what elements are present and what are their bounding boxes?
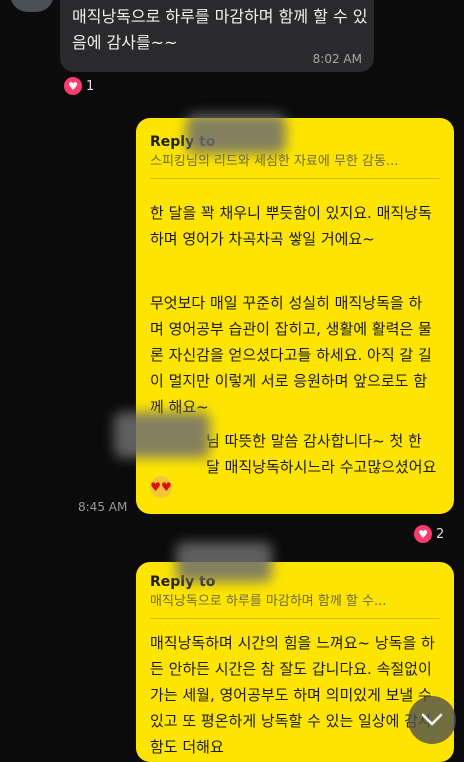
- incoming-message-text: 매직낭독으로 하루를 마감하며 함께 할 수 있음에 감사를~~: [72, 7, 368, 52]
- incoming-message-time: 8:02 AM: [312, 52, 362, 66]
- heart-eyes-emoji-icon: ♥♥: [150, 476, 172, 498]
- message-paragraph: 님 따뜻한 말씀 감사합니다~ 첫 한 달 매직낭독하시느라 수고많으셨어요: [206, 432, 437, 476]
- redaction-blur: [114, 412, 210, 458]
- outgoing-reaction[interactable]: ♥ 2: [414, 525, 444, 543]
- chevron-down-icon: [421, 713, 443, 726]
- reply-quote: 매직낭독으로 하루를 마감하며 함께 할 수...: [150, 594, 387, 609]
- outgoing-message-time: 8:45 AM: [78, 500, 128, 514]
- redaction-blur: [176, 542, 272, 582]
- reaction-count: 2: [436, 526, 445, 542]
- message-paragraph: 한 달을 꽉 채우니 뿌듯함이 있지요. 매직낭독하며 영어가 차곡차곡 쌓일 …: [150, 204, 432, 248]
- incoming-message-bubble[interactable]: 매직낭독으로 하루를 마감하며 함께 할 수 있음에 감사를~~ 8:02 AM: [60, 0, 374, 72]
- scroll-to-bottom-button[interactable]: [408, 696, 456, 744]
- heart-icon: ♥: [64, 77, 82, 95]
- message-paragraph: 매직낭독하며 시간의 힘을 느껴요~ 낭독을 하든 안하든 시간은 참 잘도 갑…: [150, 634, 437, 756]
- reaction-count: 1: [86, 78, 95, 94]
- redaction-blur: [186, 114, 286, 154]
- heart-icon: ♥: [414, 525, 432, 543]
- message-paragraph: 무엇보다 매일 꾸준히 성실히 매직낭독을 하며 영어공부 습관이 잡히고, 생…: [150, 294, 432, 416]
- incoming-reaction[interactable]: ♥ 1: [64, 77, 94, 95]
- avatar[interactable]: [10, 0, 54, 12]
- outgoing-message-bubble-2[interactable]: Reply to 매직낭독으로 하루를 마감하며 함께 할 수... 매직낭독하…: [136, 562, 454, 762]
